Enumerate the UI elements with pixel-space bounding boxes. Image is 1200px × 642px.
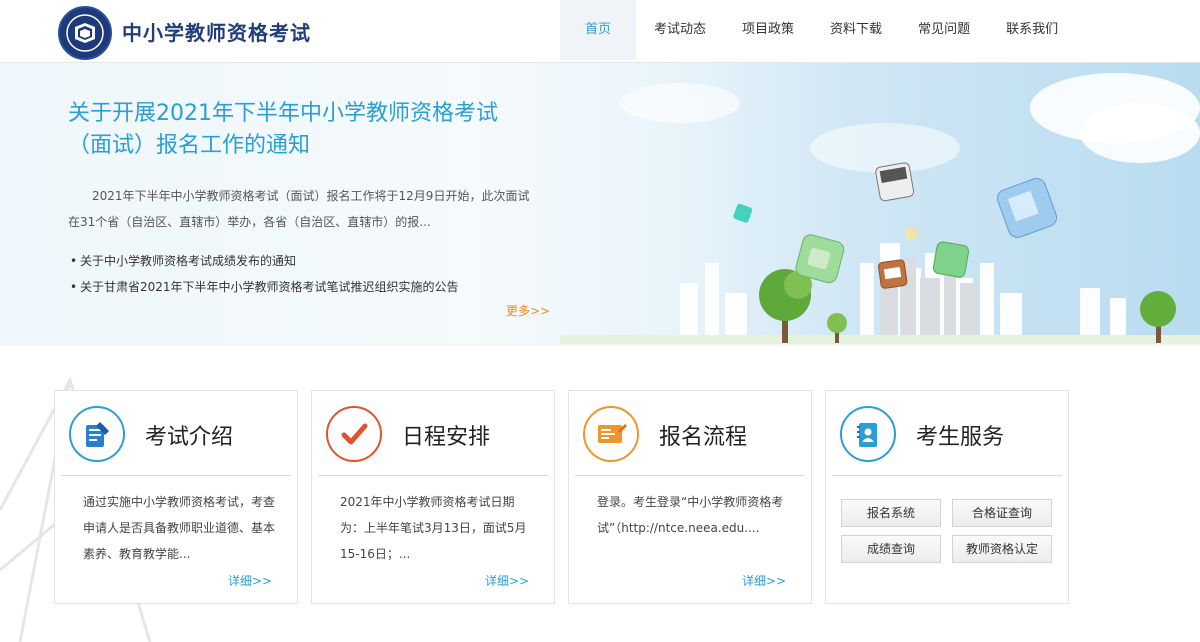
card-text: 登录。考生登录“中小学教师资格考试”（http://ntce.neea.edu.… [597, 495, 784, 535]
card-more-link[interactable]: 详细>> [485, 572, 529, 589]
bullet-icon: • [70, 254, 78, 268]
nav-faq[interactable]: 常见问题 [900, 0, 988, 60]
card-more-link[interactable]: 详细>> [228, 572, 272, 589]
user-notebook-icon [840, 406, 896, 462]
nav-home[interactable]: 首页 [560, 0, 637, 60]
card-header: 日程安排 [318, 391, 548, 476]
card-candidate-services: 考生服务 报名系统 合格证查询 成绩查询 教师资格认定 [825, 390, 1069, 604]
card-header: 报名流程 [575, 391, 805, 476]
news-item-text[interactable]: 关于中小学教师资格考试成绩发布的通知 [80, 248, 296, 274]
card-header: 考生服务 [832, 391, 1062, 476]
nav-exam-news[interactable]: 考试动态 [636, 0, 724, 60]
card-text: 通过实施中小学教师资格考试，考查申请人是否具备教师职业道德、基本素养、教育教学能… [83, 495, 276, 561]
certificate-query-button[interactable]: 合格证查询 [952, 499, 1052, 527]
card-title[interactable]: 考试介绍 [145, 419, 233, 451]
card-schedule: 日程安排 2021年中小学教师资格考试日期为：上半年笔试3月13日，面试5月15… [311, 390, 555, 604]
main-nav: 首页 考试动态 项目政策 资料下载 常见问题 联系我们 [560, 0, 1076, 60]
card-text: 2021年中小学教师资格考试日期为：上半年笔试3月13日，面试5月15-16日；… [340, 495, 527, 561]
checkmark-icon [326, 406, 382, 462]
news-item[interactable]: • 关于甘肃省2021年下半年中小学教师资格考试笔试推迟组织实施的公告 [70, 274, 530, 300]
bullet-icon: • [70, 280, 78, 294]
site-header: 中小学教师资格考试 首页 考试动态 项目政策 资料下载 常见问题 联系我们 [0, 0, 1200, 63]
card-title[interactable]: 日程安排 [402, 419, 490, 451]
banner-illustration [560, 63, 1200, 346]
application-form-icon [583, 406, 639, 462]
nav-policy[interactable]: 项目政策 [724, 0, 812, 60]
logo-icon[interactable] [58, 6, 112, 60]
card-header: 考试介绍 [61, 391, 291, 476]
more-link[interactable]: 更多>> [506, 302, 550, 319]
news-list: • 关于中小学教师资格考试成绩发布的通知 • 关于甘肃省2021年下半年中小学教师资… [70, 248, 530, 300]
nav-downloads[interactable]: 资料下载 [812, 0, 900, 60]
banner-headline[interactable]: 关于开展2021年下半年中小学教师资格考试（面试）报名工作的通知 [68, 98, 528, 162]
card-title[interactable]: 报名流程 [659, 419, 747, 451]
news-item-text[interactable]: 关于甘肃省2021年下半年中小学教师资格考试笔试推迟组织实施的公告 [80, 274, 459, 300]
teacher-qualification-button[interactable]: 教师资格认定 [952, 535, 1052, 563]
banner-divider [0, 344, 1200, 346]
banner-summary: 2021年下半年中小学教师资格考试（面试）报名工作将于12月9日开始，此次面试在… [68, 189, 530, 229]
registration-system-button[interactable]: 报名系统 [841, 499, 941, 527]
card-registration-process: 报名流程 登录。考生登录“中小学教师资格考试”（http://ntce.neea… [568, 390, 812, 604]
news-item[interactable]: • 关于中小学教师资格考试成绩发布的通知 [70, 248, 530, 274]
score-query-button[interactable]: 成绩查询 [841, 535, 941, 563]
hero-banner: 关于开展2021年下半年中小学教师资格考试（面试）报名工作的通知 2021年下半… [0, 63, 1200, 346]
document-pencil-icon [69, 406, 125, 462]
card-title[interactable]: 考生服务 [916, 419, 1004, 451]
site-title[interactable]: 中小学教师资格考试 [122, 17, 311, 46]
card-more-link[interactable]: 详细>> [742, 572, 786, 589]
nav-contact[interactable]: 联系我们 [988, 0, 1076, 60]
card-exam-intro: 考试介绍 通过实施中小学教师资格考试，考查申请人是否具备教师职业道德、基本素养、… [54, 390, 298, 604]
